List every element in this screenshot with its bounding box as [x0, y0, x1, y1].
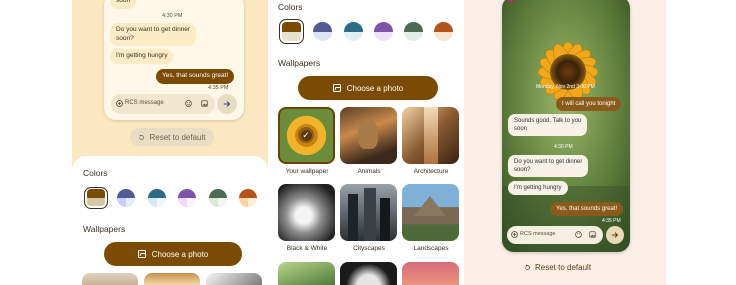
reset-to-default-button[interactable]: Reset to default	[130, 128, 214, 146]
caption-landscapes: Landscapes	[413, 245, 449, 252]
wallpaper-thumb-animals[interactable]	[340, 107, 397, 164]
wallpaper-thumb-black-white[interactable]	[278, 184, 335, 241]
caption-your-wallpaper: Your wallpaper	[285, 168, 329, 175]
reset-label: Reset to default	[535, 263, 592, 272]
message-bubble-sent: Yes, that sounds great!	[550, 202, 624, 216]
rcs-message-placeholder: RCS message	[520, 231, 556, 237]
wallpaper-thumb-your-wallpaper[interactable]: ✓	[278, 107, 335, 164]
color-swatch-green[interactable]	[209, 189, 227, 207]
reset-label: Reset to default	[149, 132, 206, 142]
choose-photo-button[interactable]: Choose a photo	[104, 242, 242, 266]
caption-cityscapes: Cityscapes	[353, 245, 385, 252]
right-panel: Monday, Nov 2nd 3:00 PM I will call you …	[464, 0, 666, 285]
color-swatch-brown[interactable]	[87, 189, 105, 206]
chat-preview-with-wallpaper: Monday, Nov 2nd 3:00 PM I will call you …	[502, 0, 630, 252]
caption-architecture: Architecture	[413, 168, 449, 175]
emoji-icon[interactable]	[575, 231, 582, 238]
rcs-message-input[interactable]: RCS message	[507, 226, 603, 244]
wallpaper-thumb-architecture[interactable]	[402, 107, 459, 164]
wallpapers-heading: Wallpapers	[83, 224, 126, 234]
add-icon[interactable]	[511, 231, 518, 238]
wallpaper-thumb[interactable]	[206, 273, 262, 285]
timestamp: 4:35 PM	[602, 218, 621, 224]
message-bubble-sent: Yes, that sounds great!	[156, 69, 235, 84]
color-swatch-orange[interactable]	[239, 189, 257, 207]
wallpaper-thumb[interactable]	[144, 273, 200, 285]
wallpaper-thumb-cityscapes[interactable]	[340, 184, 397, 241]
left-panel: soon 4:30 PM Do you want to get dinner s…	[72, 0, 268, 285]
colors-heading: Colors	[278, 2, 303, 12]
gallery-icon[interactable]	[201, 100, 208, 107]
color-swatch-purple[interactable]	[178, 189, 196, 207]
add-icon[interactable]	[116, 100, 123, 107]
wallpaper-thumb[interactable]	[278, 262, 335, 285]
rcs-message-placeholder: RCS message	[125, 100, 164, 106]
send-button[interactable]	[217, 94, 237, 114]
chat-preview-card: soon 4:30 PM Do you want to get dinner s…	[104, 0, 244, 120]
timestamp: 4:30 PM	[162, 13, 183, 19]
color-swatch-indigo[interactable]	[313, 22, 332, 41]
message-bubble-received: I'm getting hungry	[110, 49, 174, 64]
reset-to-default-button[interactable]: Reset to default	[524, 263, 591, 272]
color-swatch-teal[interactable]	[148, 189, 166, 207]
reset-icon	[525, 264, 530, 270]
message-bubble-sent: I will call you tonight	[556, 97, 622, 111]
reset-icon	[139, 133, 145, 140]
message-bubble-received: soon	[110, 0, 137, 9]
timestamp: 4:35 PM	[208, 85, 229, 91]
rcs-message-input[interactable]: RCS message	[111, 94, 215, 114]
caption-black-white: Black & White	[286, 245, 328, 252]
middle-panel: Colors Wallpapers Choose a photo ✓ Your …	[268, 0, 464, 285]
color-swatch-indigo[interactable]	[117, 189, 135, 207]
photo-icon	[332, 84, 341, 92]
choose-photo-label: Choose a photo	[346, 83, 404, 93]
photo-icon	[137, 250, 146, 258]
message-bubble-received: Do you want to get dinner soon?	[508, 155, 589, 177]
color-swatch-purple[interactable]	[374, 22, 393, 41]
screenshot-stage: soon 4:30 PM Do you want to get dinner s…	[0, 0, 736, 285]
wallpapers-heading: Wallpapers	[278, 58, 321, 68]
message-bubble-received: Do you want to get dinner soon?	[110, 23, 197, 46]
arrow-right-icon	[611, 232, 619, 238]
colors-heading: Colors	[83, 168, 108, 178]
color-swatch-teal[interactable]	[344, 22, 363, 41]
customization-sheet: Colors Wallpapers Choose a photo	[72, 156, 268, 285]
wallpaper-thumb[interactable]	[340, 262, 397, 285]
check-icon: ✓	[298, 127, 314, 143]
arrow-right-icon	[223, 101, 231, 107]
message-composer: RCS message	[111, 94, 237, 114]
choose-photo-button[interactable]: Choose a photo	[298, 76, 438, 100]
wallpaper-thumb[interactable]	[402, 262, 459, 285]
date-stamp: Monday, Nov 2nd 3:00 PM	[536, 84, 595, 90]
color-swatch-green[interactable]	[404, 22, 423, 41]
gallery-icon[interactable]	[589, 231, 596, 238]
emoji-icon[interactable]	[185, 100, 192, 107]
message-bubble-received: I'm getting hungry	[508, 181, 568, 195]
send-button[interactable]	[606, 226, 624, 244]
choose-photo-label: Choose a photo	[151, 249, 209, 259]
caption-animals: Animals	[357, 168, 381, 175]
message-bubble-received: Sounds good. Talk to you soon	[508, 114, 588, 136]
timestamp: 4:30 PM	[554, 144, 573, 150]
color-swatch-brown[interactable]	[282, 22, 301, 41]
wallpaper-thumb[interactable]	[82, 273, 138, 285]
wallpaper-thumb-landscapes[interactable]	[402, 184, 459, 241]
color-swatch-orange[interactable]	[434, 22, 453, 41]
